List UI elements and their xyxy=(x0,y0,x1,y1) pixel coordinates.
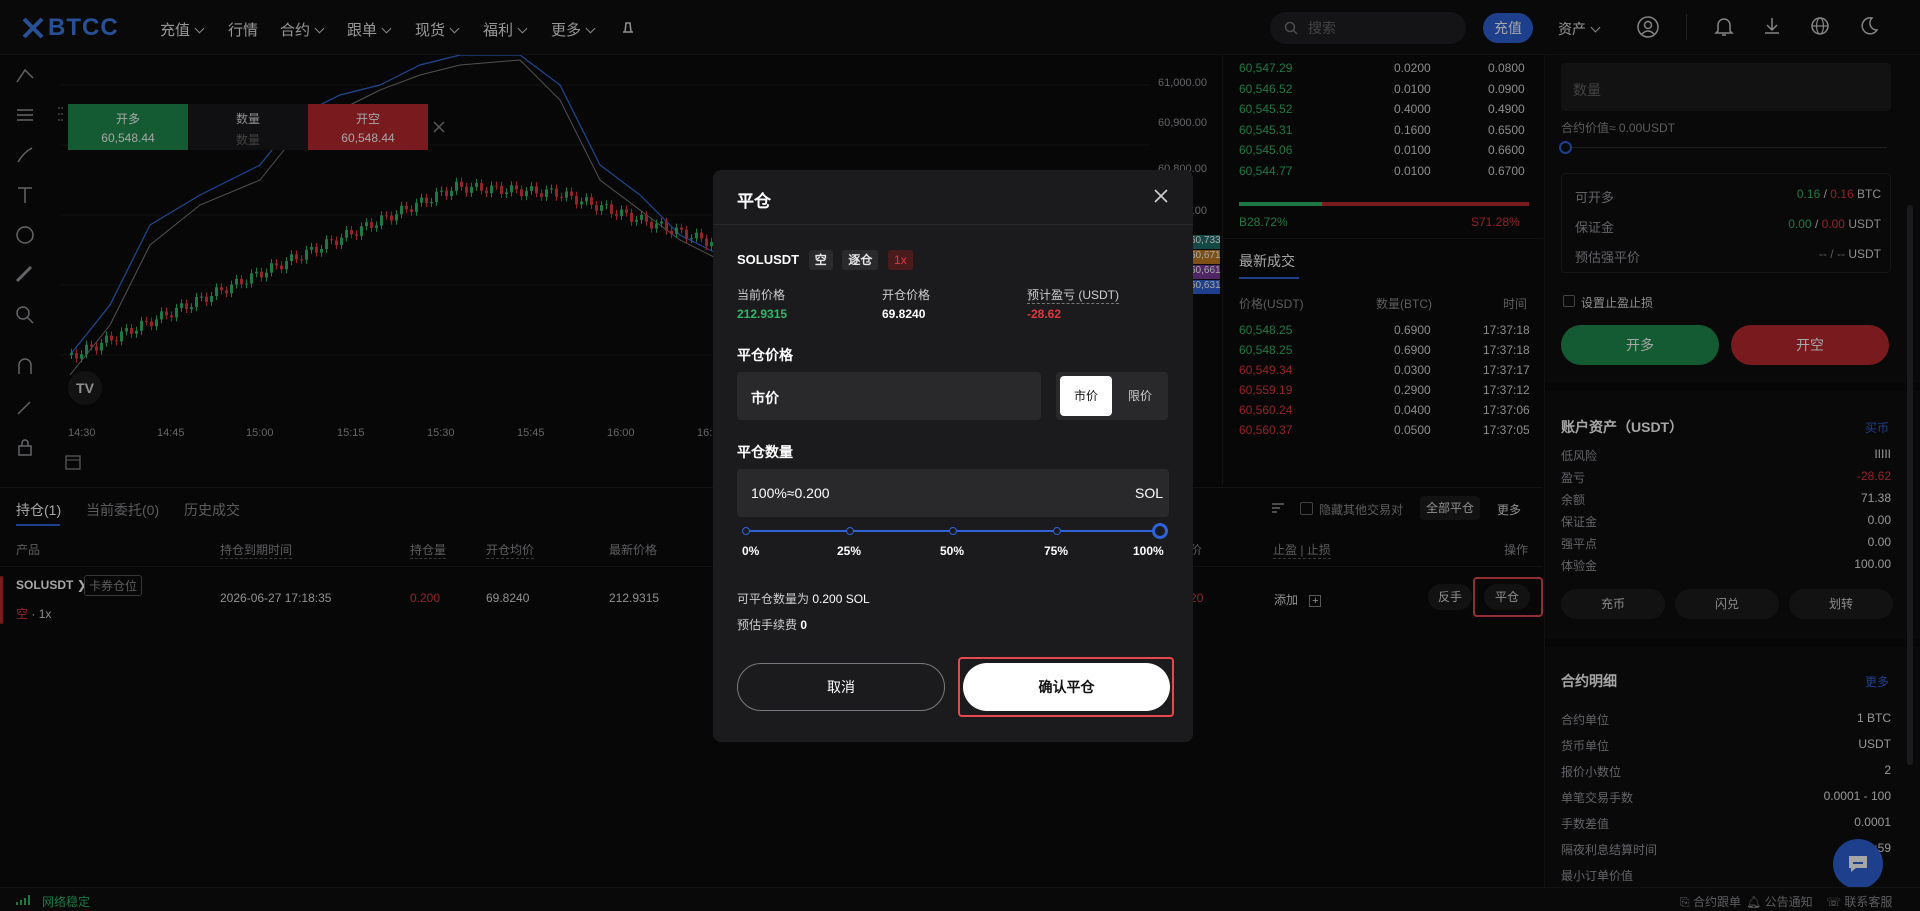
current-price-label: 当前价格 xyxy=(737,288,786,302)
leverage-tag: 1x xyxy=(888,250,913,270)
open-price-value: 69.8240 xyxy=(882,307,926,321)
available-qty: 可平仓数量为 0.200 SOL xyxy=(737,592,870,606)
close-position-dialog: 平仓 SOLUSDT 空 逐仓 1x 当前价格 212.9315 开仓价格 69… xyxy=(713,170,1193,742)
open-price-label: 开仓价格 xyxy=(882,288,931,302)
est-pnl-label: 预计盈亏 (USDT) xyxy=(1027,288,1119,304)
toggle-market[interactable]: 市价 xyxy=(1060,376,1112,416)
slider-label: 50% xyxy=(940,544,965,558)
slider-mark[interactable] xyxy=(1053,527,1061,535)
close-qty-value: 100%≈0.200 xyxy=(751,485,830,501)
slider-label: 75% xyxy=(1044,544,1069,558)
slider-mark[interactable] xyxy=(742,527,750,535)
side-tag: 空 xyxy=(808,250,833,270)
est-fee: 预估手续费 0 xyxy=(737,618,808,632)
confirm-close-button[interactable]: 确认平仓 xyxy=(963,663,1170,711)
close-price-value: 市价 xyxy=(751,390,779,406)
current-price-value: 212.9315 xyxy=(737,307,788,321)
slider-mark[interactable] xyxy=(846,527,854,535)
close-qty-field[interactable]: 100%≈0.200 SOL xyxy=(737,469,1169,517)
slider-label: 25% xyxy=(837,544,862,558)
slider-label: 100% xyxy=(1133,544,1164,558)
close-price-field[interactable]: 市价 xyxy=(737,372,1041,420)
divider xyxy=(713,224,1193,225)
cancel-button[interactable]: 取消 xyxy=(737,663,945,711)
close-qty-unit: SOL xyxy=(1135,485,1164,501)
margin-mode-tag: 逐仓 xyxy=(842,250,879,270)
qty-slider-thumb[interactable] xyxy=(1152,523,1168,539)
est-pnl-value: -28.62 xyxy=(1027,307,1062,321)
close-qty-title: 平仓数量 xyxy=(737,444,793,460)
price-type-toggle: 市价 限价 xyxy=(1056,372,1168,420)
toggle-limit[interactable]: 限价 xyxy=(1114,376,1166,416)
slider-label: 0% xyxy=(742,544,760,558)
dialog-title: 平仓 xyxy=(737,192,771,211)
dialog-symbol-row: SOLUSDT 空 逐仓 1x xyxy=(737,250,913,270)
dialog-symbol: SOLUSDT xyxy=(737,252,800,267)
close-icon[interactable] xyxy=(1153,188,1169,204)
close-price-title: 平仓价格 xyxy=(737,347,793,363)
slider-mark[interactable] xyxy=(949,527,957,535)
